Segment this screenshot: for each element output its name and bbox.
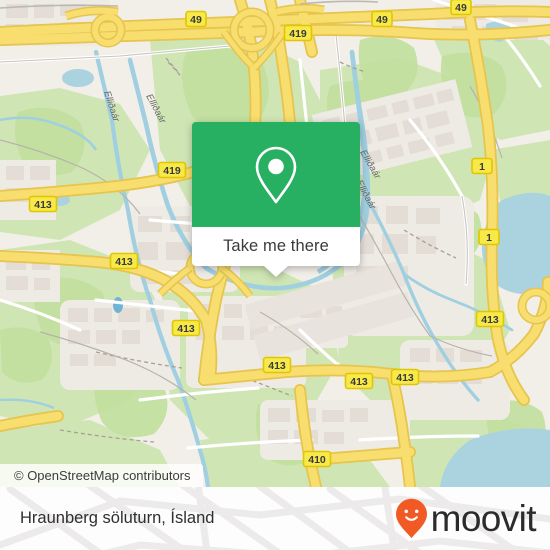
- road-shield-label: 410: [308, 454, 326, 466]
- road-shield-label: 1: [486, 232, 492, 244]
- road-shield-label: 49: [190, 14, 202, 26]
- map-canvas[interactable]: Elliðaár Elliðaár Elliðaár Elliðaár 49 49…: [0, 0, 550, 487]
- road-shield-label: 413: [177, 323, 195, 335]
- road-shield-label: 413: [481, 314, 499, 326]
- road-shield-label: 419: [289, 28, 307, 40]
- moovit-smiley-pin-icon: [395, 498, 427, 539]
- map-attribution[interactable]: © OpenStreetMap contributors: [0, 464, 203, 487]
- road-shield-label: 413: [115, 256, 133, 268]
- road-shield-label: 49: [376, 14, 388, 26]
- popup-pointer: [264, 266, 288, 277]
- attribution-text: © OpenStreetMap contributors: [14, 468, 191, 483]
- road-shield-label: 413: [34, 199, 52, 211]
- popup-pin-panel: [192, 122, 360, 227]
- moovit-wordmark: moovit: [430, 498, 537, 539]
- map-pin-icon: [255, 146, 297, 203]
- road-shield-label: 49: [455, 2, 467, 14]
- road-shield-label: 413: [268, 360, 286, 372]
- road-shield-label: 419: [163, 165, 181, 177]
- place-title: Hraunberg söluturn, Ísland: [20, 509, 215, 528]
- road-shield-label: 1: [479, 161, 485, 173]
- road-shield-label: 413: [350, 376, 368, 388]
- place-popup-card[interactable]: Take me there: [192, 122, 360, 277]
- moovit-logo[interactable]: moovit: [395, 498, 537, 539]
- take-me-there-label: Take me there: [223, 237, 329, 256]
- take-me-there-button[interactable]: Take me there: [192, 227, 360, 277]
- road-shield-label: 413: [396, 372, 414, 384]
- map-screenshot: Elliðaár Elliðaár Elliðaár Elliðaár 49 49…: [0, 0, 550, 550]
- footer-bar: Hraunberg söluturn, Ísland moovit: [0, 487, 550, 550]
